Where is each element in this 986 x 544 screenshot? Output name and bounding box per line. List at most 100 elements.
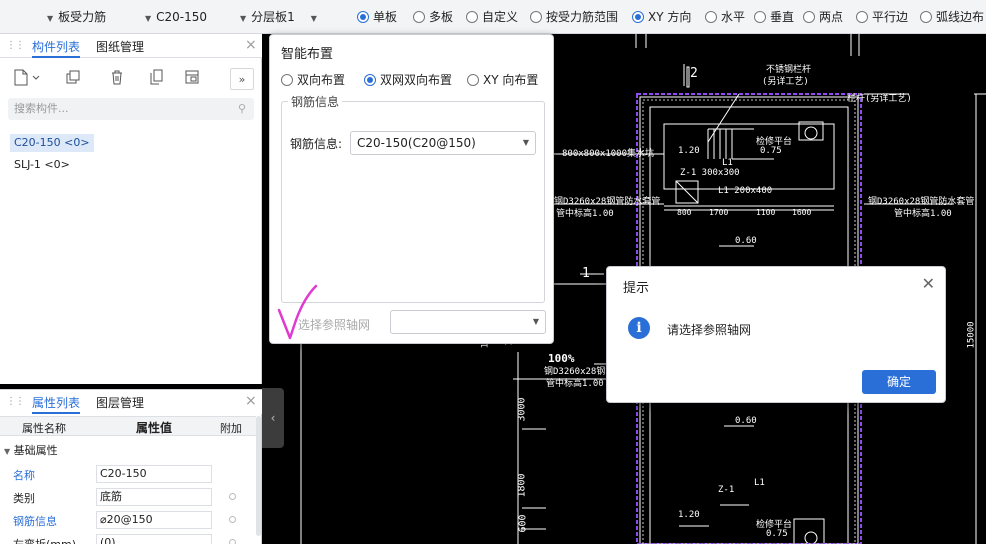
trash-icon [112, 70, 122, 85]
tab-layer-management[interactable]: 图层管理 [96, 394, 144, 414]
radio-single-slab[interactable]: 单板 [357, 9, 397, 25]
tab-property-list[interactable]: 属性列表 [32, 394, 81, 414]
cad-label: Z-1 300x300 [680, 168, 740, 178]
close-icon[interactable]: × [245, 393, 257, 409]
radio-horizontal[interactable]: 水平 [705, 9, 745, 25]
close-icon[interactable]: × [245, 37, 257, 53]
copy-button[interactable] [60, 68, 86, 90]
radio-vertical[interactable]: 垂直 [754, 9, 794, 25]
rebar-info-select[interactable]: C20-150(C20@150) ▼ [350, 131, 536, 155]
cad-label: 15000 [966, 321, 977, 349]
new-component-button[interactable] [8, 68, 42, 90]
cad-label: 0.60 [735, 416, 757, 426]
header-property-name: 属性名称 [22, 422, 66, 435]
cad-label: 1.20 [678, 146, 700, 156]
property-table-header: 属性名称 属性值 附加 [0, 416, 256, 436]
radio-icon [920, 11, 932, 23]
cad-label: L1 200x400 [718, 186, 773, 196]
radio-parallel-edge[interactable]: 平行边 [856, 9, 908, 25]
smart-layout-title: 智能布置 [281, 47, 334, 62]
tab-component-list[interactable]: 构件列表 [32, 38, 81, 58]
floor-icon [185, 70, 199, 84]
drag-handle-icon[interactable]: ⋮⋮ [6, 396, 25, 407]
radio-bidirectional[interactable]: 双向布置 [281, 71, 345, 88]
radio-icon [754, 11, 766, 23]
radio-multi-slab[interactable]: 多板 [413, 9, 453, 25]
close-icon[interactable]: ✕ [922, 274, 935, 293]
layer-copy-icon [150, 69, 163, 85]
extra-checkbox[interactable] [229, 516, 236, 523]
cad-label: 800 [677, 208, 692, 217]
duplicate-layer-button[interactable] [143, 68, 169, 90]
header-extra: 附加 [220, 422, 242, 435]
collapse-panel-button[interactable]: ‹ [262, 388, 284, 448]
property-row[interactable]: 名称 C20-150 [0, 463, 256, 485]
prompt-dialog: 提示 ✕ i 请选择参照轴网 确定 [606, 266, 946, 403]
cad-label: 600 [517, 514, 529, 533]
radio-icon [632, 11, 644, 23]
chevron-down-icon: ▼ [310, 14, 317, 23]
header-property-value: 属性值 [136, 421, 173, 435]
radio-icon [467, 74, 479, 86]
cad-label: 1 [582, 266, 590, 281]
checkmark-annotation-icon [277, 284, 318, 340]
chevron-down-icon: ▼ [522, 138, 529, 147]
category-dropdown[interactable]: ▼ 板受力筋 [47, 9, 106, 25]
cad-label: 管中标高1.00 [546, 379, 604, 389]
extra-checkbox[interactable] [229, 493, 236, 500]
radio-xy-layout[interactable]: XY 向布置 [467, 71, 538, 88]
cad-label: L1 [754, 478, 765, 488]
cad-label: 3000 [516, 397, 528, 422]
property-row[interactable]: 类别 底筋 [0, 486, 256, 508]
component-search-input[interactable]: 搜索构件... ⚲ [8, 98, 254, 120]
cad-label: 800x800x1000集水坑 [562, 149, 655, 159]
rebar-info-label: 钢筋信息: [290, 137, 343, 151]
radio-double-mesh[interactable]: 双网双向布置 [364, 71, 452, 88]
axis-grid-select[interactable]: ▼ [390, 310, 546, 334]
property-row[interactable]: 钢筋信息 ⌀20@150 [0, 509, 256, 531]
cad-label: 0.60 [735, 236, 757, 246]
cad-label: 栏杆(另详工艺) [847, 94, 912, 104]
search-icon[interactable]: ⚲ [238, 98, 246, 120]
chevron-down-icon: ▼ [240, 14, 247, 23]
copy-icon [66, 70, 80, 84]
property-list-panel: ⋮⋮ 属性列表 图层管理 × 属性名称 属性值 附加 ▼ 基础属性 名称 C20… [0, 389, 262, 544]
radio-icon [856, 11, 868, 23]
component-item[interactable]: SLJ-1 <0> [10, 156, 74, 174]
component-tabbar: ⋮⋮ 构件列表 图纸管理 × [0, 34, 262, 58]
delete-button[interactable] [104, 68, 130, 90]
drag-handle-icon[interactable]: ⋮⋮ [6, 40, 25, 51]
cad-label: 0.75 [760, 146, 782, 156]
radio-arc-edge[interactable]: 弧线边布 [920, 9, 984, 25]
radio-icon [803, 11, 815, 23]
property-scrollbar[interactable] [256, 416, 261, 536]
cad-label: 0.75 [766, 529, 788, 539]
extra-checkbox[interactable] [229, 539, 236, 544]
component-item[interactable]: C20-150 <0> [10, 134, 94, 152]
radio-by-range[interactable]: 按受力筋范围 [530, 9, 618, 25]
property-group-basic[interactable]: ▼ 基础属性 [4, 442, 58, 458]
cad-label: 2 [690, 66, 698, 81]
cad-label: 1600 [792, 208, 812, 217]
property-row[interactable]: 左弯折(mm) (0) [0, 532, 256, 544]
cad-label: 1700 [709, 208, 729, 217]
chevron-down-icon: ▼ [4, 447, 11, 456]
layer-dropdown[interactable]: ▼ 分层板1 ▼ [240, 9, 322, 25]
cad-label: 检修平台 [756, 137, 793, 147]
radio-icon [466, 11, 478, 23]
rebar-info-group-label: 钢筋信息 [288, 93, 343, 110]
floor-copy-button[interactable] [179, 68, 205, 90]
tab-drawing-management[interactable]: 图纸管理 [96, 38, 144, 58]
radio-custom[interactable]: 自定义 [466, 9, 518, 25]
radio-two-points[interactable]: 两点 [803, 9, 843, 25]
more-button[interactable]: » [230, 68, 254, 90]
cad-label: 1100 [756, 208, 776, 217]
chevron-down-icon: ▼ [145, 14, 152, 23]
radio-icon [357, 11, 369, 23]
cad-label: 管中标高1.00 [556, 209, 614, 219]
radio-xy-direction[interactable]: XY 方向 [632, 9, 691, 25]
confirm-button[interactable]: 确定 [862, 370, 936, 394]
radio-icon [364, 74, 376, 86]
component-dropdown[interactable]: ▼ C20-150 [145, 9, 207, 25]
top-toolbar: ▼ 板受力筋 ▼ C20-150 ▼ 分层板1 ▼ 单板 多板 自定义 按受力筋范围 X… [0, 0, 986, 34]
